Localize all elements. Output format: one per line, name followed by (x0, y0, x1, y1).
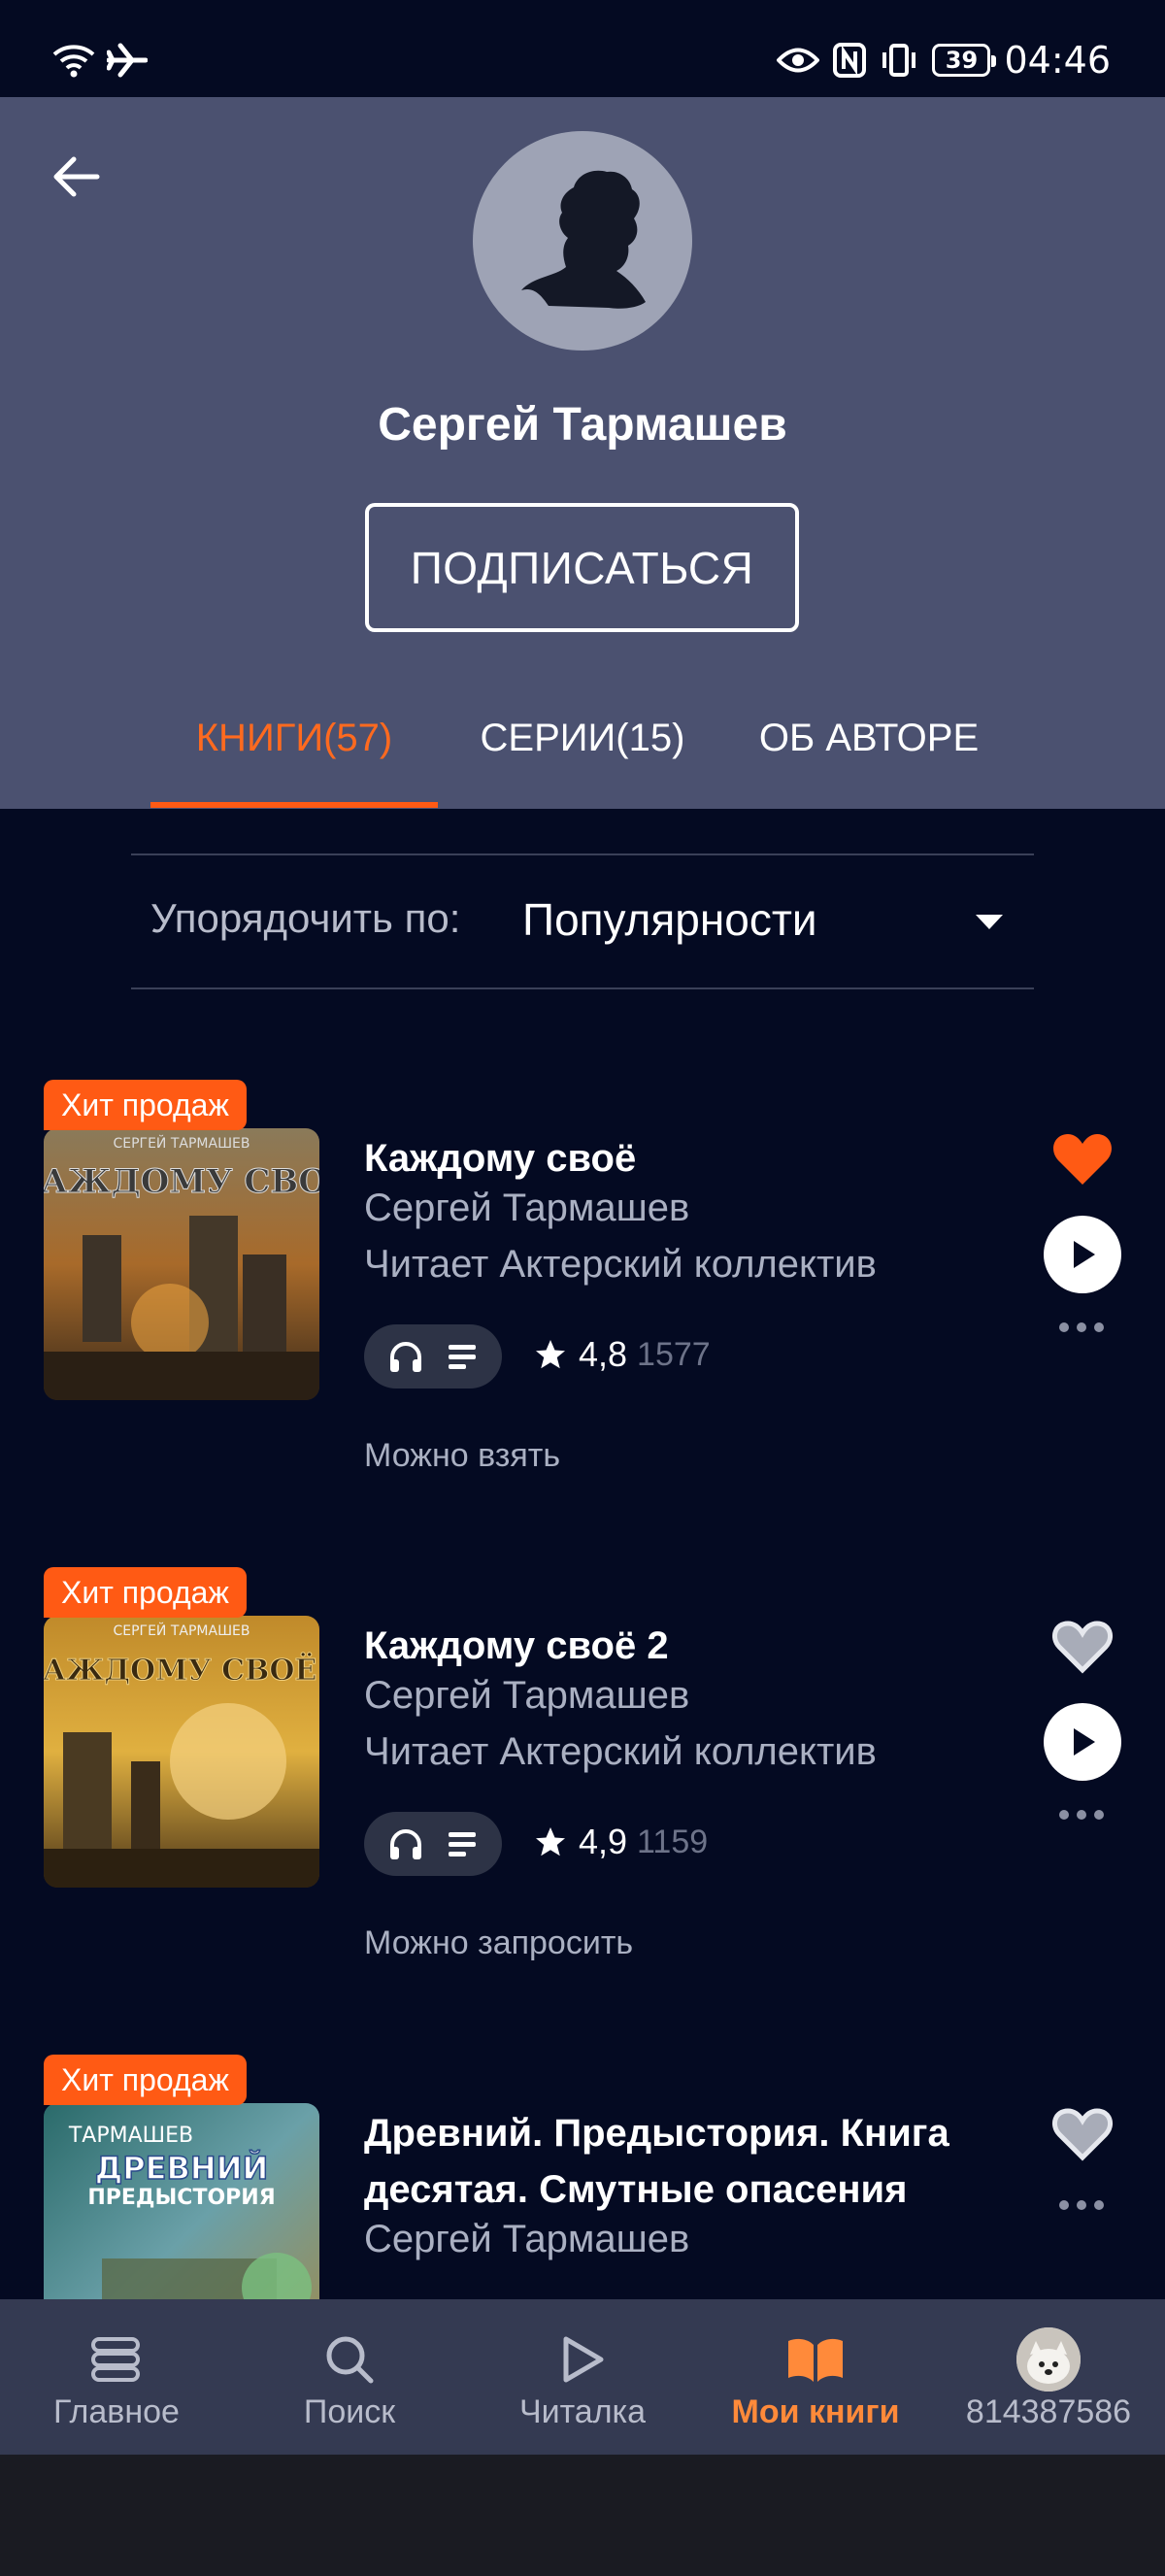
book-author[interactable]: Сергей Тармашев (364, 1187, 689, 1230)
text-lines-icon (449, 1345, 476, 1369)
nav-search[interactable]: Поиск (233, 2299, 466, 2455)
play-outline-icon (563, 2336, 604, 2383)
heart-filled-icon[interactable] (1050, 1130, 1115, 1188)
author-silhouette-icon (521, 170, 646, 309)
bottom-navigation: Главное Поиск Читалка Мои книги 81438758… (0, 2299, 1165, 2455)
nfc-icon (833, 43, 867, 78)
nav-my-books[interactable]: Мои книги (699, 2299, 932, 2455)
book-author[interactable]: Сергей Тармашев (364, 2218, 689, 2261)
eye-icon (777, 48, 820, 73)
star-icon (536, 1827, 565, 1857)
active-tab-indicator (150, 802, 438, 808)
tab-about-author[interactable]: ОБ АВТОРЕ (738, 717, 1000, 760)
rating: 4,8 1577 (532, 1334, 711, 1375)
headphones-icon (390, 1342, 421, 1372)
bestseller-badge: Хит продаж (44, 2055, 247, 2105)
heart-outline-icon[interactable] (1050, 1618, 1115, 1676)
tab-series[interactable]: СЕРИИ(15) (466, 717, 699, 760)
nav-home[interactable]: Главное (0, 2299, 233, 2455)
more-options-button[interactable] (1059, 2200, 1104, 2210)
book-cover[interactable]: СЕРГЕЙ ТАРМАШЕВ КАЖДОМУ СВОЁ 2 (44, 1616, 319, 1888)
battery-indicator: 39 (932, 44, 997, 77)
availability-status: Можно взять (364, 1437, 561, 1474)
nav-profile[interactable]: 814387586 (932, 2299, 1165, 2455)
nav-label: Главное (53, 2393, 180, 2430)
rating: 4,9 1159 (532, 1822, 708, 1862)
star-icon (536, 1340, 565, 1369)
tab-books[interactable]: КНИГИ(57) (150, 717, 438, 760)
subscribe-button[interactable]: ПОДПИСАТЬСЯ (365, 503, 799, 632)
cover-author: СЕРГЕЙ ТАРМАШЕВ (113, 1622, 250, 1639)
more-options-button[interactable] (1059, 1810, 1104, 1820)
clock: 04:46 (1004, 39, 1111, 82)
book-cover[interactable]: СЕРГЕЙ ТАРМАШЕВ КАЖДОМУ СВОЁ (44, 1128, 319, 1400)
divider (131, 853, 1034, 855)
cover-author: ТАРМАШЕВ (68, 2124, 193, 2148)
cover-title: ДРЕВНИЙ (95, 2150, 269, 2187)
bestseller-badge: Хит продаж (44, 1567, 247, 1618)
nav-label: Читалка (518, 2393, 647, 2430)
airplane-icon (107, 43, 148, 78)
rating-count: 1159 (637, 1823, 709, 1860)
book-item[interactable]: Хит продаж СЕРГЕЙ ТАРМАШЕВ КАЖДОМУ СВОЁ (0, 1080, 1165, 1526)
rating-value: 4,9 (579, 1822, 628, 1861)
book-title[interactable]: Древний. Предыстория. Книга десятая. Сму… (364, 2105, 966, 2218)
text-lines-icon (449, 1832, 476, 1857)
user-avatar (1016, 2327, 1081, 2392)
book-title[interactable]: Каждому своё (364, 1130, 966, 1187)
nav-reader[interactable]: Читалка (466, 2299, 699, 2455)
play-button[interactable] (1044, 1216, 1121, 1293)
status-bar: 39 04:46 (0, 0, 1165, 97)
format-pill (364, 1324, 502, 1388)
tab-bar: КНИГИ(57) СЕРИИ(15) ОБ АВТОРЕ (0, 699, 1165, 809)
book-title[interactable]: Каждому своё 2 (364, 1618, 966, 1674)
book-item[interactable]: Хит продаж СЕРГЕЙ ТАРМАШЕВ КАЖДОМУ СВОЁ … (0, 1567, 1165, 2014)
app-screen: 39 04:46 Сергей Тармашев ПОДПИСАТЬСЯ КНИ… (0, 0, 1165, 2455)
wifi-icon (52, 45, 95, 78)
play-icon (1074, 1728, 1095, 1756)
cover-title: КАЖДОМУ СВОЁ 2 (44, 1652, 319, 1688)
vibrate-icon (882, 44, 916, 77)
search-icon (326, 2336, 374, 2384)
availability-status: Можно запросить (364, 1924, 634, 1961)
author-name: Сергей Тармашев (378, 399, 787, 451)
nav-label: Поиск (303, 2393, 396, 2430)
cover-author: СЕРГЕЙ ТАРМАШЕВ (113, 1134, 250, 1152)
author-header: Сергей Тармашев ПОДПИСАТЬСЯ КНИГИ(57) СЕ… (0, 97, 1165, 809)
bestseller-badge: Хит продаж (44, 1080, 247, 1130)
open-book-icon (788, 2338, 843, 2382)
heart-outline-icon[interactable] (1050, 2105, 1115, 2163)
back-arrow-icon[interactable] (49, 148, 107, 206)
rating-count: 1577 (637, 1335, 711, 1373)
cover-subtitle: ПРЕДЫСТОРИЯ (87, 2186, 275, 2210)
nav-label: Мои книги (731, 2393, 900, 2430)
format-pill (364, 1812, 502, 1876)
chevron-down-icon[interactable] (976, 915, 1003, 929)
divider (131, 987, 1034, 989)
sort-label: Упорядочить по: (150, 895, 461, 941)
cover-title: КАЖДОМУ СВОЁ (44, 1161, 319, 1201)
play-icon (1074, 1241, 1095, 1268)
more-options-button[interactable] (1059, 1322, 1104, 1332)
stack-icon (91, 2337, 140, 2382)
book-author[interactable]: Сергей Тармашев (364, 1674, 689, 1718)
book-narrator: Читает Актерский коллектив (364, 1243, 877, 1286)
rating-value: 4,8 (579, 1334, 628, 1374)
author-avatar (473, 131, 692, 351)
nav-label: 814387586 (965, 2393, 1132, 2430)
book-narrator: Читает Актерский коллектив (364, 1730, 877, 1773)
play-button[interactable] (1044, 1703, 1121, 1781)
sort-select[interactable]: Популярности (522, 893, 817, 946)
headphones-icon (390, 1829, 421, 1859)
